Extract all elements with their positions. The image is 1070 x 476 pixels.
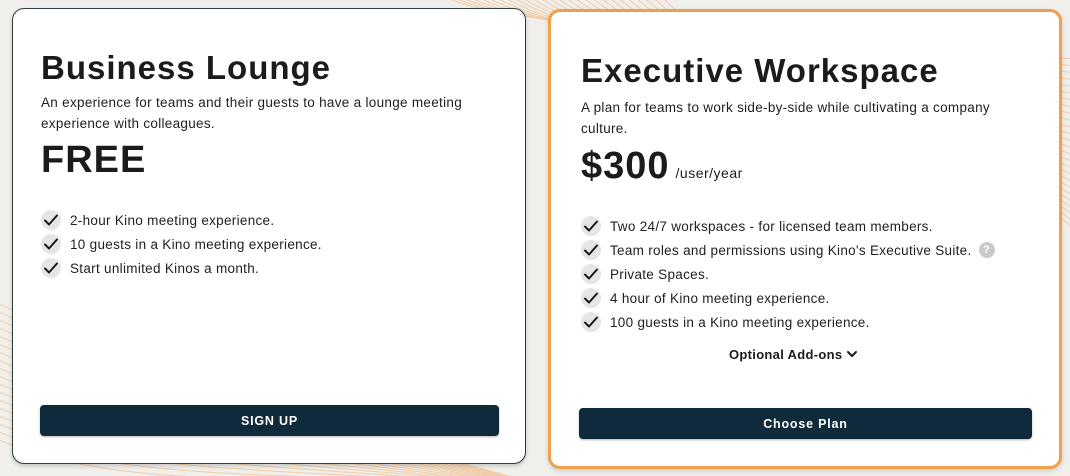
feature-text: 10 guests in a Kino meeting experience.: [70, 236, 322, 252]
check-circle-icon: [581, 264, 601, 284]
price-amount: $300: [581, 145, 670, 187]
plan-card-executive-workspace: Executive Workspace A plan for teams to …: [548, 9, 1062, 469]
price-unit: /user/year: [675, 165, 743, 181]
check-circle-icon: [41, 210, 61, 230]
feature-text: Team roles and permissions using Kino's …: [610, 242, 972, 258]
feature-list: 2-hour Kino meeting experience. 10 guest…: [41, 208, 322, 280]
feature-item: 2-hour Kino meeting experience.: [41, 208, 322, 232]
feature-item: Team roles and permissions using Kino's …: [581, 238, 995, 262]
chevron-down-icon: [846, 347, 858, 362]
feature-text: 2-hour Kino meeting experience.: [70, 212, 275, 228]
check-circle-icon: [41, 234, 61, 254]
question-circle-icon[interactable]: ?: [978, 242, 995, 258]
addons-label: Optional Add-ons: [729, 347, 843, 362]
feature-text: Start unlimited Kinos a month.: [70, 260, 260, 276]
feature-item: Start unlimited Kinos a month.: [41, 256, 322, 280]
feature-item: Two 24/7 workspaces - for licensed team …: [581, 214, 995, 238]
feature-item: Private Spaces.: [581, 262, 995, 286]
check-circle-icon: [581, 288, 601, 308]
plan-description: An experience for teams and their guests…: [41, 95, 462, 131]
optional-addons-toggle[interactable]: Optional Add-ons: [729, 347, 858, 362]
feature-text: Private Spaces.: [610, 266, 710, 282]
check-circle-icon: [41, 258, 61, 278]
feature-item: 10 guests in a Kino meeting experience.: [41, 232, 322, 256]
sign-up-button[interactable]: SIGN UP: [40, 405, 499, 436]
feature-item: 100 guests in a Kino meeting experience.: [581, 310, 995, 334]
check-circle-icon: [581, 216, 601, 236]
plan-title: Business Lounge: [41, 49, 332, 86]
plan-price: FREE: [41, 139, 146, 182]
price-amount: FREE: [41, 139, 147, 181]
plan-card-business-lounge: Business Lounge An experience for teams …: [12, 8, 526, 464]
feature-text: 4 hour of Kino meeting experience.: [610, 290, 830, 306]
feature-text: Two 24/7 workspaces - for licensed team …: [610, 218, 933, 234]
check-circle-icon: [581, 312, 601, 332]
feature-text: 100 guests in a Kino meeting experience.: [610, 314, 870, 330]
feature-list: Two 24/7 workspaces - for licensed team …: [581, 214, 995, 334]
check-circle-icon: [581, 240, 601, 260]
feature-item: 4 hour of Kino meeting experience.: [581, 286, 995, 310]
plan-description: A plan for teams to work side-by-side wh…: [581, 100, 990, 136]
plan-title: Executive Workspace: [581, 52, 939, 89]
choose-plan-button[interactable]: Choose Plan: [579, 408, 1032, 439]
plan-price: $300/user/year: [581, 145, 743, 188]
